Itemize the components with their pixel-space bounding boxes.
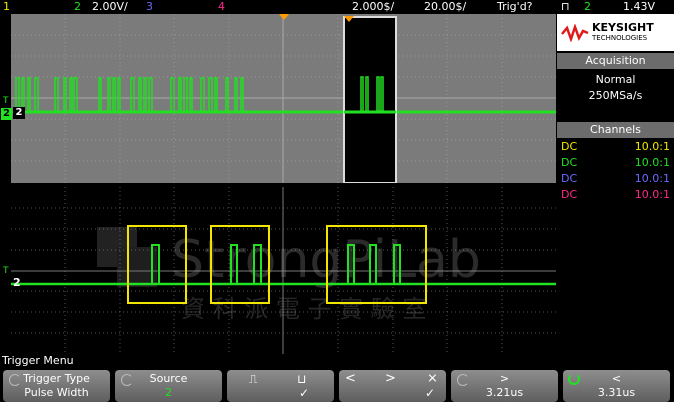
channel-row: DC 10.0:1: [557, 172, 674, 188]
ch2-overview-label: 2: [13, 107, 25, 119]
trigger-level-marker[interactable]: T: [3, 96, 9, 106]
brand-name: KEYSIGHT: [592, 20, 654, 34]
channel-row: DC 10.0:1: [557, 140, 674, 156]
less-than-time-softkey[interactable]: < 3.31us: [563, 370, 670, 402]
greater-than-time-softkey[interactable]: > 3.21us: [451, 370, 558, 402]
watermark-subtext: 資 科 派 電 子 實 驗 室: [181, 295, 426, 323]
gt-symbol: >: [499, 372, 510, 385]
channels-panel: DC 10.0:1 DC 10.0:1 DC 10.0:1 DC 10.0:1: [557, 138, 674, 204]
keysight-wave-icon: [561, 23, 589, 42]
channel-coupling: DC: [561, 156, 578, 169]
negative-pulse-icon: ⊔: [297, 372, 307, 386]
brand-sub: TECHNOLOGIES: [592, 33, 648, 42]
greater-than-icon: >: [385, 371, 396, 386]
zoom-trigger-level-marker[interactable]: T: [3, 266, 9, 276]
zoom-trigger-marker[interactable]: [344, 16, 354, 22]
channel-probe: 10.0:1: [634, 188, 670, 201]
sample-rate: 250MSa/s: [588, 89, 643, 102]
channels-header[interactable]: Channels: [557, 122, 674, 138]
trigger-channel: 2: [584, 0, 591, 13]
ch2-scale: 2.00V/: [92, 0, 128, 13]
ch4-indicator[interactable]: 4: [218, 0, 225, 13]
acquisition-header[interactable]: Acquisition: [557, 53, 674, 69]
source-label: Source: [149, 372, 188, 385]
trigger-type-icon: ⊓: [561, 0, 570, 13]
side-panel: KEYSIGHT TECHNOLOGIES Acquisition Normal…: [557, 14, 674, 354]
source-softkey[interactable]: Source 2: [115, 370, 222, 402]
acquisition-mode: Normal: [595, 73, 636, 86]
check-icon: ✓: [299, 386, 310, 400]
trigger-type-value: Pulse Width: [24, 386, 89, 399]
left-rail: [0, 14, 11, 354]
channel-coupling: DC: [561, 140, 578, 153]
ch3-indicator[interactable]: 3: [146, 0, 153, 13]
trigger-type-softkey[interactable]: Trigger Type Pulse Width: [3, 370, 110, 402]
ch2-ground-marker[interactable]: 2: [1, 108, 12, 120]
waveform-display[interactable]: 2 2 T StrongPiLab 資 科 派 電 子 實 驗 室 T 2: [0, 14, 556, 354]
channel-coupling: DC: [561, 172, 578, 185]
less-than-icon: <: [345, 371, 356, 386]
trigger-level: 1.43V: [623, 0, 656, 13]
trigger-position-marker[interactable]: [279, 14, 289, 20]
polarity-softkey[interactable]: ⎍ ⊔ ✓: [227, 370, 334, 402]
lt-symbol: <: [611, 372, 622, 385]
status-bar: 1 2 2.00V/ 3 4 2.000$/ 20.00$/ Trig'd? ⊓…: [0, 0, 674, 14]
channel-coupling: DC: [561, 188, 578, 201]
softkey-bar: Trigger Type Pulse Width Source 2 ⎍ ⊔ ✓ …: [0, 370, 674, 402]
trigger-type-label: Trigger Type: [23, 372, 90, 385]
menu-title: Trigger Menu: [2, 354, 74, 367]
channel-probe: 10.0:1: [634, 156, 670, 169]
channel-probe: 10.0:1: [634, 140, 670, 153]
gt-time-value: 3.21us: [485, 386, 524, 399]
channel-row: DC 10.0:1: [557, 188, 674, 204]
overview-window[interactable]: [11, 14, 556, 183]
ch1-indicator[interactable]: 1: [3, 0, 10, 13]
zoom-window[interactable]: StrongPiLab 資 科 派 電 子 實 驗 室: [11, 187, 556, 354]
channel-probe: 10.0:1: [634, 172, 670, 185]
range-icon: ⨯: [427, 371, 438, 386]
positive-pulse-icon: ⎍: [249, 372, 258, 386]
check-icon: ✓: [425, 386, 436, 400]
zoom-timebase: 20.00$/: [424, 0, 467, 13]
qualifier-softkey[interactable]: < > ⨯ ✓: [339, 370, 446, 402]
watermark-text: StrongPiLab: [171, 230, 481, 290]
acquisition-panel: Normal 250MSa/s: [557, 69, 674, 122]
trigger-status: Trig'd?: [497, 0, 533, 13]
source-value: 2: [165, 386, 172, 399]
timebase: 2.000$/: [352, 0, 395, 13]
channel-row: DC 10.0:1: [557, 156, 674, 172]
brand-logo: KEYSIGHT TECHNOLOGIES: [557, 14, 674, 51]
lt-time-value: 3.31us: [597, 386, 636, 399]
ch2-indicator[interactable]: 2: [74, 0, 81, 13]
ch2-zoom-label: 2: [13, 276, 21, 289]
